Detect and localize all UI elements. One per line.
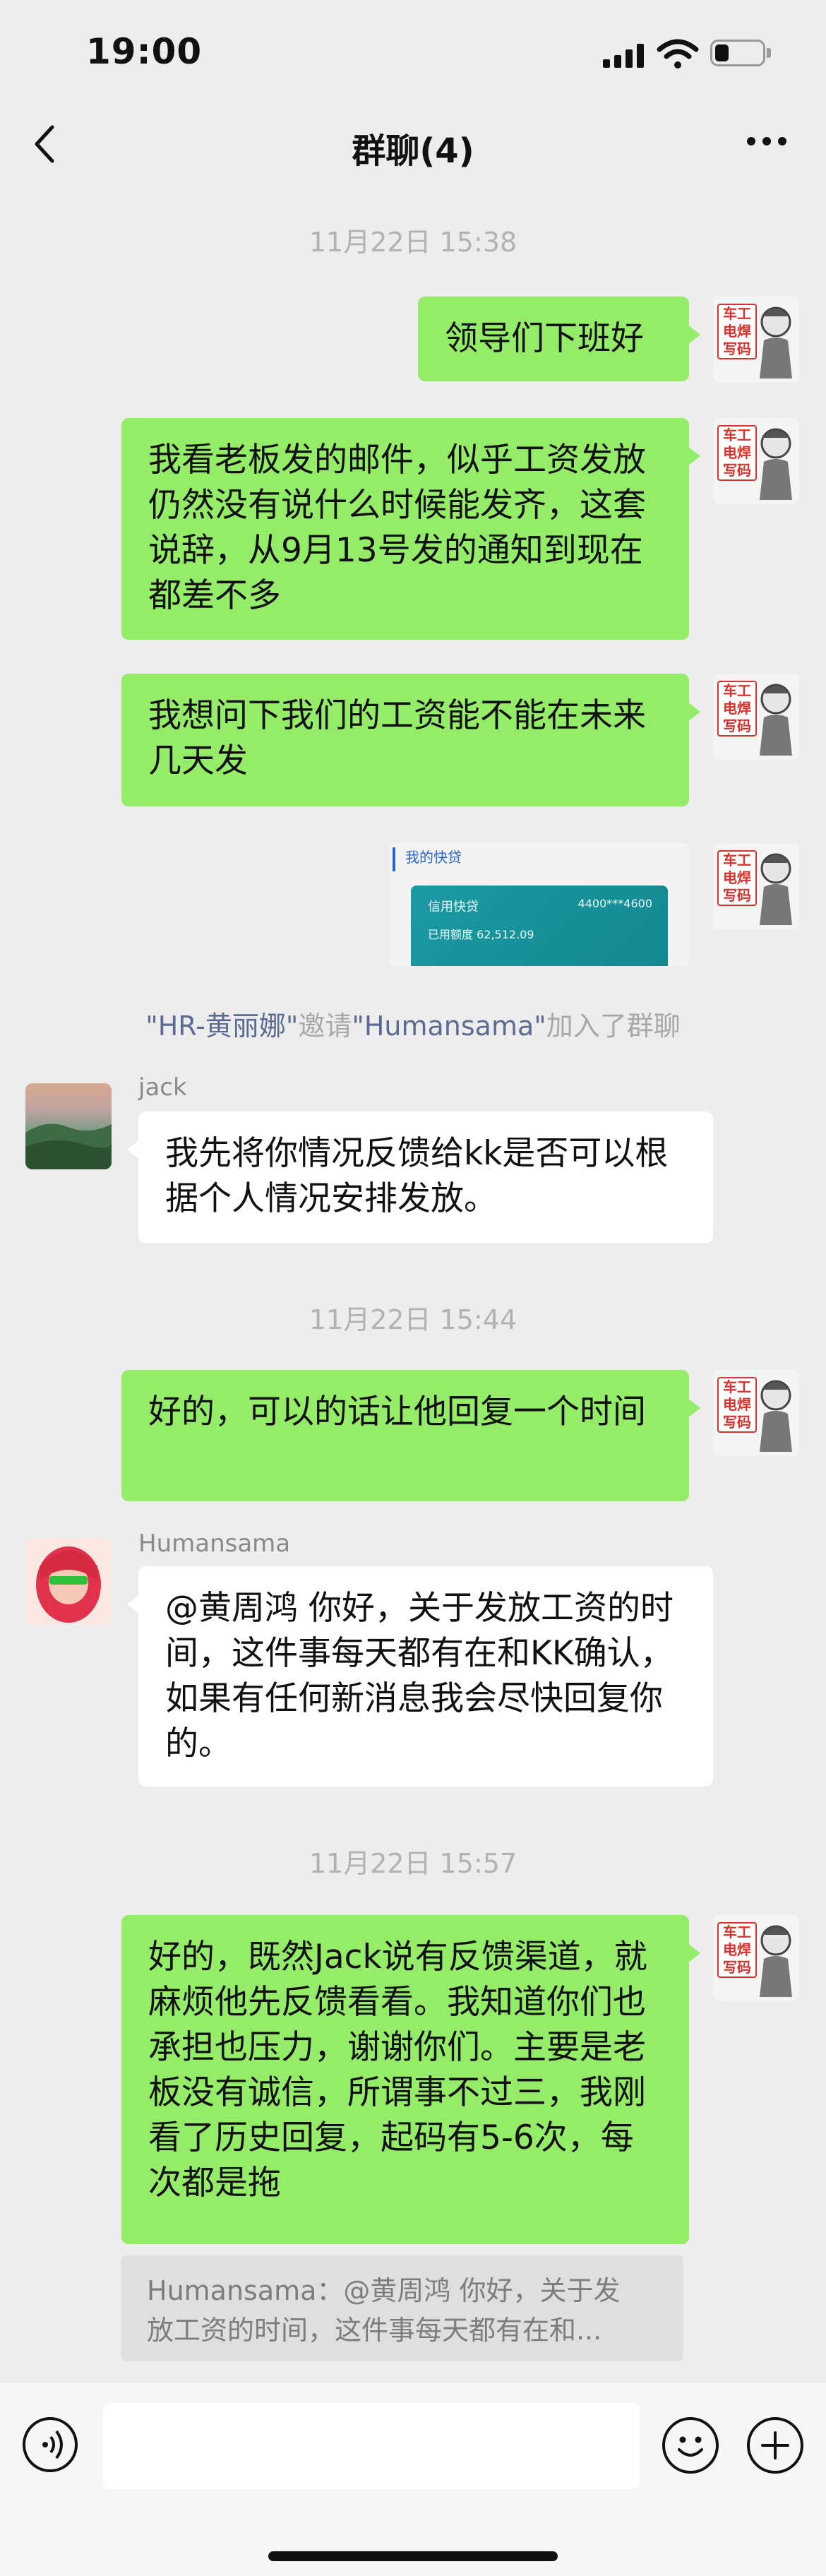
message-bubble[interactable]: 我想问下我们的工资能不能在未来几天发 <box>121 674 700 806</box>
avatar-stamp: 车工 电焊 写码 <box>717 1922 757 1978</box>
timestamp: 11月22日 15:57 <box>309 1848 517 1879</box>
avatar-stamp: 车工 电焊 写码 <box>717 1377 757 1433</box>
status-time: 19:00 <box>86 31 203 72</box>
loan-card: 信用快贷 4400***4600 已用额度 62,512.09 <box>411 886 668 966</box>
cartoon-figure-icon <box>760 1925 792 1997</box>
avatar[interactable]: 车工 电焊 写码 <box>713 1370 799 1456</box>
image-message[interactable]: 我的快贷 信用快贷 4400***4600 已用额度 62,512.09 <box>390 843 689 966</box>
avatar[interactable]: 车工 电焊 写码 <box>713 674 799 760</box>
avatar-stamp: 车工 电焊 写码 <box>717 681 757 737</box>
loan-card-label: 信用快贷 <box>428 900 479 914</box>
battery-cap <box>767 48 771 58</box>
plus-icon[interactable] <box>747 2417 803 2474</box>
inviter-link[interactable]: "HR-黄丽娜" <box>145 1010 298 1042</box>
avatar[interactable]: 车工 电焊 写码 <box>713 418 799 504</box>
cartoon-figure-icon <box>760 853 792 925</box>
system-verb: 邀请 <box>298 1010 352 1042</box>
avatar[interactable] <box>25 1083 112 1169</box>
cartoon-figure-icon <box>760 1380 792 1452</box>
message-bubble[interactable]: 好的，既然Jack说有反馈渠道，就麻烦他先反馈看看。我知道你们也承担也压力，谢谢… <box>121 1915 700 2244</box>
cartoon-figure-icon <box>760 306 792 378</box>
avatar-stamp: 车工 电焊 写码 <box>717 425 757 481</box>
quoted-message[interactable]: Humansama：@黄周鸿 你好，关于发 放工资的时间，这件事每天都有在和..… <box>121 2255 683 2361</box>
invitee-link[interactable]: "Humansama" <box>352 1010 546 1042</box>
loan-card-number: 4400***4600 <box>577 897 652 910</box>
voice-icon[interactable] <box>23 2417 78 2472</box>
chat-title: 群聊(4) <box>352 131 474 171</box>
sender-name: jack <box>138 1073 187 1102</box>
avatar[interactable]: 车工 电焊 写码 <box>713 1915 799 2001</box>
battery-icon <box>710 40 765 66</box>
avatar-stamp: 车工 电焊 写码 <box>717 850 757 906</box>
landscape-icon <box>25 1123 112 1169</box>
sender-name: Humansama <box>138 1530 291 1558</box>
nav-bar: 群聊(4) <box>0 106 826 184</box>
message-bubble[interactable]: 好的，可以的话让他回复一个时间 <box>121 1370 700 1501</box>
message-bubble[interactable]: @黄周鸿 你好，关于发放工资的时间，这件事每天都有在和KK确认，如果有任何新消息… <box>127 1566 713 1787</box>
wifi-icon <box>657 39 699 68</box>
quote-line: Humansama：@黄周鸿 你好，关于发 <box>147 2275 621 2306</box>
avatar[interactable]: 车工 电焊 写码 <box>713 297 799 383</box>
image-accent-bar <box>393 847 395 871</box>
emoji-icon[interactable] <box>662 2417 719 2474</box>
quote-line: 放工资的时间，这件事每天都有在和... <box>147 2315 602 2346</box>
home-indicator <box>268 2551 558 2561</box>
avatar-stamp: 车工 电焊 写码 <box>717 304 757 359</box>
image-title: 我的快贷 <box>405 849 462 866</box>
message-bubble[interactable]: 领导们下班好 <box>418 297 700 381</box>
cartoon-figure-icon <box>760 684 792 756</box>
cartoon-figure-icon <box>760 428 792 500</box>
status-bar: 19:00 <box>0 0 826 106</box>
system-suffix: 加入了群聊 <box>546 1010 681 1042</box>
timestamp: 11月22日 15:44 <box>309 1304 517 1335</box>
cellular-signal-icon <box>603 44 644 68</box>
message-input[interactable] <box>103 2403 640 2489</box>
timestamp: 11月22日 15:38 <box>309 227 517 258</box>
loan-card-limit: 已用额度 62,512.09 <box>428 928 534 941</box>
message-bubble[interactable]: 我看老板发的邮件，似乎工资发放仍然没有说什么时候能发齐，这套说辞，从9月13号发… <box>121 418 700 640</box>
more-dots-icon[interactable] <box>747 134 789 148</box>
avatar[interactable] <box>25 1538 112 1624</box>
chat-screen: 19:00 群聊(4) 11月22日 15:38 车工 电焊 写码 领导们下班好… <box>0 0 826 2576</box>
red-hair-avatar-icon <box>36 1546 101 1623</box>
system-message: "HR-黄丽娜"邀请"Humansama"加入了群聊 <box>0 1004 826 1043</box>
input-bar <box>0 2381 826 2576</box>
avatar[interactable]: 车工 电焊 写码 <box>713 843 799 929</box>
message-bubble[interactable]: 我先将你情况反馈给kk是否可以根据个人情况安排发放。 <box>127 1111 713 1243</box>
